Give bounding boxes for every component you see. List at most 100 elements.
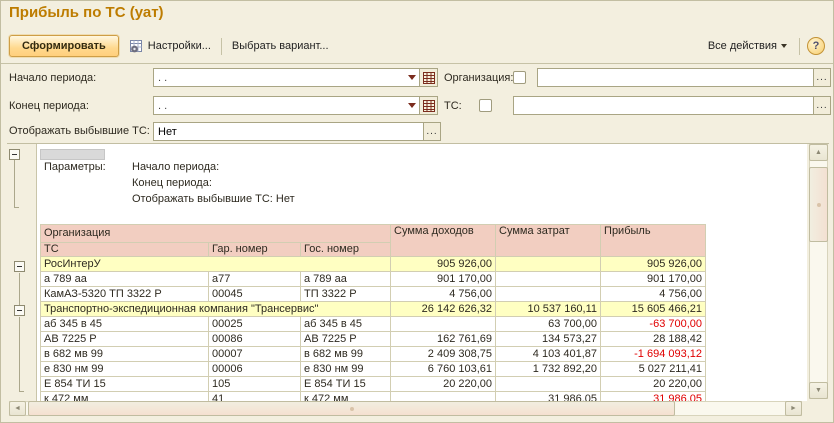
gar-cell[interactable]: 105 [209,377,301,392]
expense-cell[interactable]: 4 103 401,87 [496,347,601,362]
organization-value [538,69,813,86]
help-button[interactable]: ? [807,37,825,55]
income-cell[interactable]: 2 409 308,75 [391,347,496,362]
expense-cell[interactable] [496,377,601,392]
scroll-left-button[interactable]: ◄ [9,401,26,416]
organization-checkbox[interactable] [513,71,526,84]
gos-cell[interactable]: ТП 3322 Р [301,287,391,302]
income-cell[interactable]: 4 756,00 [391,287,496,302]
gos-cell[interactable]: е 830 нм 99 [301,362,391,377]
expense-cell[interactable]: 134 573,27 [496,332,601,347]
column-header-gar[interactable]: Гар. номер [209,243,301,257]
profit-cell[interactable]: 20 220,00 [601,377,706,392]
parameter-line: Отображать выбывшие ТС: Нет [132,193,295,205]
profit-cell[interactable]: 901 170,00 [601,272,706,287]
income-cell[interactable] [391,317,496,332]
gos-cell[interactable]: аб 345 в 45 [301,317,391,332]
income-cell[interactable] [391,392,496,402]
profit-cell[interactable]: 4 756,00 [601,287,706,302]
income-cell[interactable]: 6 760 103,61 [391,362,496,377]
ts-cell[interactable]: КамАЗ-5320 ТП 3322 Р [41,287,209,302]
vehicle-input[interactable]: ... [513,96,831,115]
dropdown-arrow-icon [408,103,416,108]
toolbar-separator [221,38,222,55]
settings-button[interactable]: Настройки... [124,37,216,56]
period-end-dropdown-button[interactable] [404,97,419,114]
group-name-cell[interactable]: Транспортно-экспедиционная компания "Тра… [41,302,391,317]
expense-cell[interactable]: 31 986,05 [496,392,601,402]
profit-cell[interactable]: 905 926,00 [601,257,706,272]
show-retired-input[interactable]: Нет ... [153,122,441,141]
generate-button[interactable]: Сформировать [9,35,119,57]
all-actions-button[interactable]: Все действия [703,38,792,54]
ts-cell[interactable]: к 472 мм [41,392,209,402]
profit-cell[interactable]: 5 027 211,41 [601,362,706,377]
expense-cell[interactable] [496,272,601,287]
gar-cell[interactable]: 00007 [209,347,301,362]
ts-cell[interactable]: а 789 аа [41,272,209,287]
income-cell[interactable]: 26 142 626,32 [391,302,496,317]
vertical-scrollbar-thumb[interactable] [809,167,828,242]
scroll-right-icon: ► [790,405,797,412]
gos-cell[interactable]: к 472 мм [301,392,391,402]
income-cell[interactable]: 901 170,00 [391,272,496,287]
expense-cell[interactable] [496,257,601,272]
column-header-profit[interactable]: Прибыль [601,225,706,257]
choose-variant-button[interactable]: Выбрать вариант... [227,38,334,54]
scroll-down-icon: ▼ [815,387,822,394]
ts-cell[interactable]: Е 854 ТИ 15 [41,377,209,392]
gar-cell[interactable]: 41 [209,392,301,402]
expense-cell[interactable] [496,287,601,302]
table-row: Е 854 ТИ 15 105 Е 854 ТИ 15 20 220,00 20… [41,377,706,392]
gos-cell[interactable]: АВ 7225 Р [301,332,391,347]
expense-cell[interactable]: 10 537 160,11 [496,302,601,317]
horizontal-scrollbar-thumb[interactable] [28,401,675,416]
gos-cell[interactable]: в 682 мв 99 [301,347,391,362]
profit-cell[interactable]: 15 605 466,21 [601,302,706,317]
ts-cell[interactable]: аб 345 в 45 [41,317,209,332]
gar-cell[interactable]: 00006 [209,362,301,377]
column-header-ts[interactable]: ТС [41,243,209,257]
organization-ellipsis-button[interactable]: ... [813,69,830,86]
gos-cell[interactable]: а 789 аа [301,272,391,287]
gar-cell[interactable]: 00086 [209,332,301,347]
profit-cell[interactable]: -1 694 093,12 [601,347,706,362]
collapse-report-toggle[interactable] [9,149,20,160]
ts-cell[interactable]: в 682 мв 99 [41,347,209,362]
column-header-income[interactable]: Сумма доходов [391,225,496,257]
income-cell[interactable]: 905 926,00 [391,257,496,272]
gar-cell[interactable]: 00045 [209,287,301,302]
profit-cell[interactable]: 31 986,05 [601,392,706,402]
income-cell[interactable]: 20 220,00 [391,377,496,392]
period-end-input[interactable]: . . [153,96,438,115]
period-start-calendar-button[interactable] [419,69,437,86]
profit-cell[interactable]: -63 700,00 [601,317,706,332]
vehicle-ellipsis-button[interactable]: ... [813,97,830,114]
expense-cell[interactable]: 1 732 892,20 [496,362,601,377]
toolbar-separator [799,38,800,55]
gar-cell[interactable]: 00025 [209,317,301,332]
gar-cell[interactable]: а77 [209,272,301,287]
column-header-gos[interactable]: Гос. номер [301,243,391,257]
ts-cell[interactable]: АВ 7225 Р [41,332,209,347]
collapse-group-toggle[interactable] [14,261,25,272]
vehicle-checkbox[interactable] [479,99,492,112]
period-end-calendar-button[interactable] [419,97,437,114]
income-cell[interactable]: 162 761,69 [391,332,496,347]
scroll-down-button[interactable]: ▼ [809,382,828,399]
collapse-group-toggle[interactable] [14,305,25,316]
profit-cell[interactable]: 28 188,42 [601,332,706,347]
gos-cell[interactable]: Е 854 ТИ 15 [301,377,391,392]
period-start-dropdown-button[interactable] [404,69,419,86]
scroll-up-button[interactable]: ▲ [809,144,828,161]
column-header-org[interactable]: Организация [41,225,391,243]
selected-cell[interactable] [40,149,105,160]
expense-cell[interactable]: 63 700,00 [496,317,601,332]
column-header-expense[interactable]: Сумма затрат [496,225,601,257]
period-start-input[interactable]: . . [153,68,438,87]
show-retired-ellipsis-button[interactable]: ... [423,123,440,140]
group-name-cell[interactable]: РосИнтерУ [41,257,391,272]
organization-input[interactable]: ... [537,68,831,87]
scroll-right-button[interactable]: ► [785,401,802,416]
ts-cell[interactable]: е 830 нм 99 [41,362,209,377]
